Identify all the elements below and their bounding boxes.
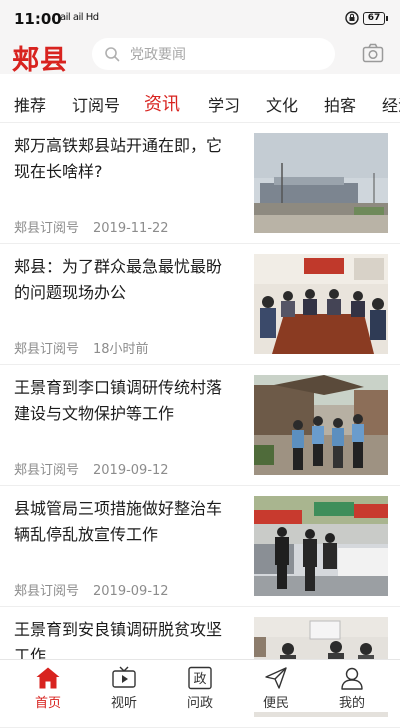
category-tabs: 推荐 订阅号 资讯 学习 文化 拍客 经济: [0, 82, 400, 123]
article-item[interactable]: 郏县：为了群众最急最忧最盼的问题现场办公 郏县订阅号 18小时前: [0, 244, 400, 365]
article-meta: 郏县订阅号 2019-11-22: [14, 217, 169, 236]
article-date: 2019-11-22: [93, 221, 169, 236]
search-icon: [105, 47, 120, 62]
article-date: 2019-09-12: [93, 463, 169, 478]
article-thumbnail: [254, 375, 388, 475]
status-time: 11:00: [14, 10, 62, 28]
nav-home-label: 首页: [34, 696, 61, 711]
politics-icon: 政: [188, 666, 212, 690]
article-item[interactable]: 郏万高铁郏县站开通在即，它现在长啥样? 郏县订阅号 2019-11-22: [0, 123, 400, 244]
article-title: 郏县：为了群众最急最忧最盼的问题现场办公: [14, 257, 223, 302]
tv-icon: [112, 666, 136, 688]
article-title: 王景育到李口镇调研传统村落建设与文物保护等工作: [14, 378, 223, 423]
nav-profile[interactable]: 我的: [312, 660, 392, 712]
app-logo: 郏县: [12, 45, 68, 76]
article-thumbnail: [254, 254, 388, 354]
article-source: 郏县订阅号: [14, 221, 80, 236]
tab-subscription[interactable]: 订阅号: [72, 92, 120, 116]
nav-politics[interactable]: 政 问政: [160, 660, 240, 712]
tab-photographer[interactable]: 拍客: [324, 92, 356, 116]
article-source: 郏县订阅号: [14, 463, 80, 478]
home-icon: [36, 667, 60, 689]
nav-video-label: 视听: [110, 696, 137, 711]
article-title: 县城管局三项措施做好整治车辆乱停乱放宣传工作: [14, 499, 223, 544]
article-title: 郏万高铁郏县站开通在即，它现在长啥样?: [14, 136, 223, 181]
battery-indicator: 67: [363, 12, 388, 25]
article-thumbnail: [254, 496, 388, 596]
bottom-nav: 首页 视听 政 问政 便民 我的: [0, 659, 400, 712]
rotation-lock-icon: [345, 11, 359, 25]
article-item[interactable]: 王景育到李口镇调研传统村落建设与文物保护等工作 郏县订阅号 2019-09-12: [0, 365, 400, 486]
tab-recommend[interactable]: 推荐: [14, 92, 46, 116]
tab-news[interactable]: 资讯: [144, 90, 180, 116]
camera-icon[interactable]: [362, 43, 384, 63]
tab-study[interactable]: 学习: [208, 92, 240, 116]
network-indicator: ail ail Hd: [60, 12, 99, 23]
article-thumbnail: [254, 133, 388, 233]
nav-video[interactable]: 视听: [84, 660, 164, 712]
send-icon: [265, 667, 287, 689]
nav-politics-label: 问政: [186, 696, 213, 711]
article-meta: 郏县订阅号 2019-09-12: [14, 459, 169, 478]
article-item[interactable]: 县城管局三项措施做好整治车辆乱停乱放宣传工作 郏县订阅号 2019-09-12: [0, 486, 400, 607]
article-date: 18小时前: [93, 342, 149, 357]
nav-profile-label: 我的: [338, 696, 365, 711]
app-header: 郏县: [0, 38, 400, 76]
nav-services-label: 便民: [262, 696, 289, 711]
nav-services[interactable]: 便民: [236, 660, 316, 712]
tab-economy[interactable]: 经济: [382, 92, 400, 116]
article-source: 郏县订阅号: [14, 584, 80, 599]
politics-icon-text: 政: [193, 672, 206, 687]
article-date: 2019-09-12: [93, 584, 169, 599]
status-bar: 11:00 ail ail Hd 67: [0, 0, 400, 38]
search-bar[interactable]: [92, 38, 335, 72]
nav-home[interactable]: 首页: [8, 660, 88, 712]
user-icon: [341, 667, 363, 690]
article-meta: 郏县订阅号 18小时前: [14, 338, 149, 357]
tab-culture[interactable]: 文化: [266, 92, 298, 116]
article-source: 郏县订阅号: [14, 342, 80, 357]
search-input[interactable]: [128, 38, 322, 72]
article-meta: 郏县订阅号 2019-09-12: [14, 580, 169, 599]
